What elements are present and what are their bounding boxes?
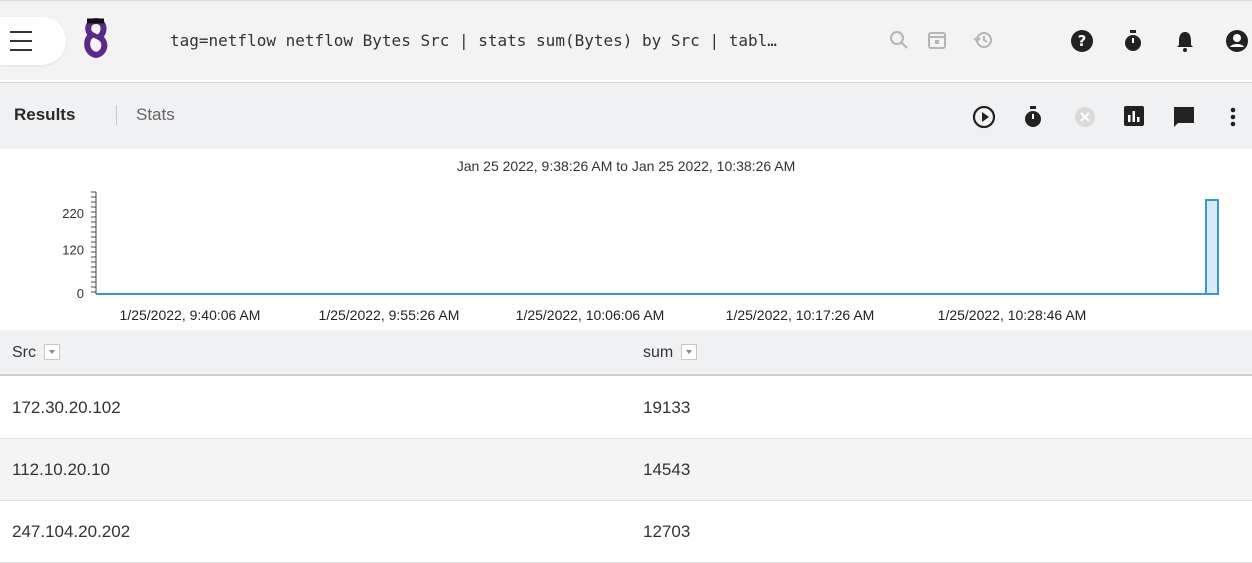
cell-sum: 19133: [643, 398, 691, 417]
more-vert-icon[interactable]: [1228, 105, 1238, 129]
table-row[interactable]: 172.30.20.102 19133: [0, 377, 1252, 439]
y-tick-label: 220: [62, 206, 84, 221]
history-icon[interactable]: [972, 29, 994, 51]
chart-bar: [1205, 199, 1219, 296]
cell-sum: 14543: [643, 460, 691, 479]
column-header-sum[interactable]: sum: [643, 343, 698, 362]
top-bar: tag=netflow netflow Bytes Src | stats su…: [0, 0, 1252, 80]
y-tick-label: 0: [77, 286, 84, 301]
menu-button[interactable]: [0, 17, 66, 65]
table-header: Src sum: [0, 330, 1252, 376]
x-tick-label: 1/25/2022, 9:55:26 AM: [319, 307, 460, 323]
stopwatch-icon[interactable]: [1022, 105, 1044, 129]
svg-text:?: ?: [1078, 32, 1087, 50]
tab-divider: [116, 105, 117, 125]
column-label-sum: sum: [643, 344, 674, 361]
timer-icon[interactable]: [1122, 29, 1144, 53]
query-field[interactable]: tag=netflow netflow Bytes Src | stats su…: [170, 31, 870, 50]
tab-stats[interactable]: Stats: [136, 105, 175, 125]
chart-title: Jan 25 2022, 9:38:26 AM to Jan 25 2022, …: [456, 158, 796, 174]
results-toolbar: Results Stats: [0, 82, 1252, 149]
cell-sum: 12703: [643, 522, 691, 541]
x-tick-label: 1/25/2022, 10:06:06 AM: [516, 307, 665, 323]
comment-icon[interactable]: [1172, 105, 1196, 129]
menu-icon-line: [10, 40, 32, 42]
column-filter-icon[interactable]: [681, 343, 698, 360]
search-icon[interactable]: [888, 29, 910, 51]
cell-src: 112.10.20.10: [12, 460, 110, 479]
column-filter-icon[interactable]: [44, 343, 60, 360]
time-histogram-chart[interactable]: 220 120 0 1/25/2022, 9:40:06 AM 1/25/2022, 9…: [0, 180, 1252, 330]
tab-results[interactable]: Results: [14, 105, 75, 125]
x-tick-label: 1/25/2022, 10:17:26 AM: [726, 307, 875, 323]
gravwell-logo[interactable]: [82, 17, 110, 63]
menu-icon-line: [10, 49, 32, 51]
menu-icon: [10, 31, 32, 33]
table-row[interactable]: 112.10.20.10 14543: [0, 439, 1252, 501]
bar-chart-icon[interactable]: [1123, 105, 1145, 127]
calendar-icon[interactable]: [926, 29, 948, 51]
help-icon[interactable]: ?: [1070, 29, 1094, 53]
column-header-src[interactable]: Src: [12, 343, 60, 362]
x-tick-label: 1/25/2022, 9:40:06 AM: [120, 307, 261, 323]
x-tick-label: 1/25/2022, 10:28:46 AM: [938, 307, 1087, 323]
cell-src: 172.30.20.102: [12, 398, 121, 417]
cell-src: 247.104.20.202: [12, 522, 131, 541]
column-label-src: Src: [12, 344, 36, 361]
cancel-circle-icon[interactable]: [1073, 105, 1097, 129]
table-row[interactable]: 247.104.20.202 12703: [0, 501, 1252, 563]
y-tick-label: 120: [62, 242, 84, 257]
bell-icon[interactable]: [1174, 29, 1196, 53]
account-icon[interactable]: [1225, 29, 1249, 53]
play-circle-icon[interactable]: [972, 105, 996, 129]
